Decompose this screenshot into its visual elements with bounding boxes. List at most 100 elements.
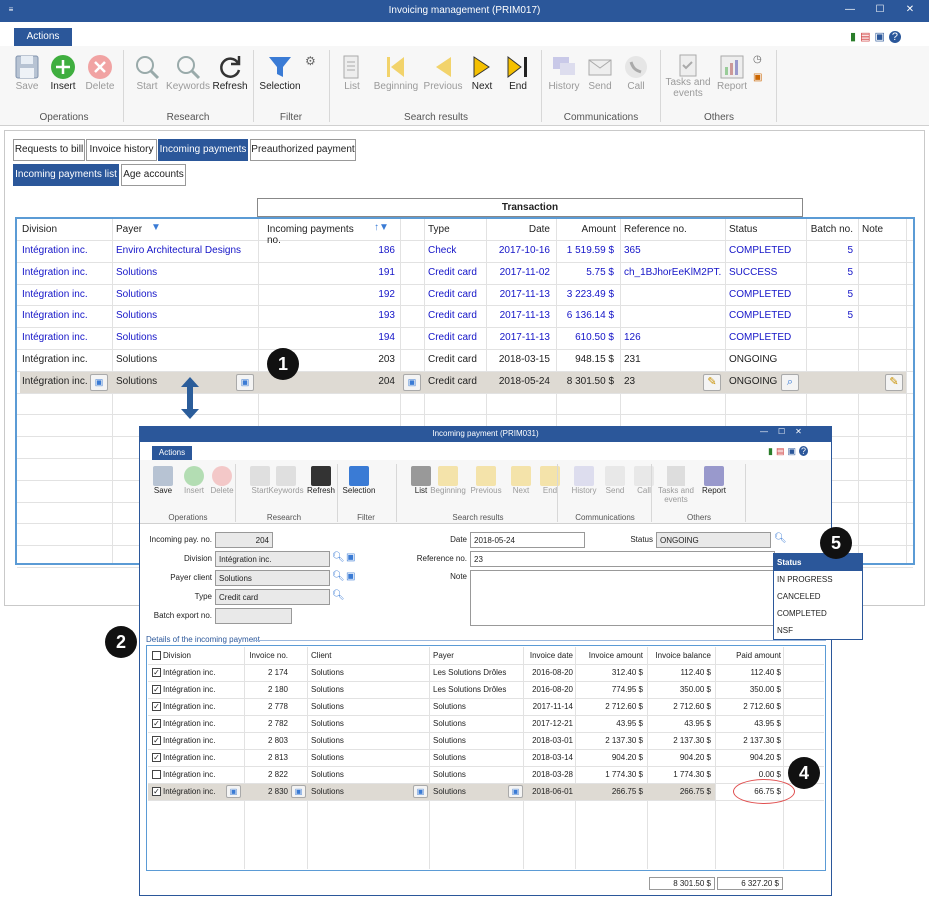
dialog-refresh-button[interactable]: Refresh [303,466,339,495]
column-header[interactable]: Note [862,224,902,235]
status-option[interactable]: COMPLETED [774,605,862,622]
division-open-icon[interactable]: ▣ [346,552,355,563]
lock-icon[interactable]: ▣ [874,31,888,43]
date-field[interactable]: 2018-05-24 [470,532,585,548]
calculator-icon[interactable]: ▮ [850,31,860,43]
type-field[interactable]: Credit card [215,589,330,605]
note-field[interactable] [470,570,775,626]
row-checkbox[interactable]: ✓ [152,719,161,728]
row-checkbox[interactable]: ✓ [152,668,161,677]
beginning-button[interactable]: Beginning [372,53,420,92]
send-button[interactable]: Send [584,53,616,92]
column-header[interactable]: Payer [116,224,256,235]
report-button[interactable]: Report [714,53,750,92]
detail-cell-paid[interactable]: 904.20 $ [717,753,781,762]
save-button[interactable]: Save [10,53,44,92]
cell-division[interactable]: Intégration inc. [22,289,112,300]
client-open-icon[interactable]: ▣ [291,785,306,798]
reference-field[interactable]: 23 [470,551,775,567]
help-icon[interactable]: ? [798,446,808,456]
subtab-age-accounts[interactable]: Age accounts [121,164,186,186]
payer-search-icon[interactable]: 🔍︎ [332,571,345,582]
select-all-checkbox[interactable] [152,651,161,660]
keywords-button[interactable]: Keywords [166,53,210,92]
clock-icon[interactable]: ◷ [753,54,762,65]
status-option[interactable]: IN PROGRESS [774,571,862,588]
tasks-events-button[interactable]: Tasks and events [664,53,712,99]
cell-status[interactable]: COMPLETED [729,245,803,256]
previous-button[interactable]: Previous [422,53,464,92]
detail-column-header[interactable]: Client [311,651,421,660]
detail-cell-paid[interactable]: 0.00 $ [717,770,781,779]
cell-status[interactable]: SUCCESS [729,267,803,278]
dialog-previous-button[interactable]: Previous [468,466,504,495]
dialog-report-button[interactable]: Report [696,466,732,495]
cell-status[interactable]: COMPLETED [729,310,803,321]
dialog-keywords-button[interactable]: Keywords [268,466,304,495]
edit-note-icon[interactable]: ✎ [885,373,903,391]
insert-button[interactable]: Insert [46,53,80,92]
subtab-incoming-payments-list[interactable]: Incoming payments list [13,164,119,186]
cell-status[interactable]: COMPLETED [729,289,803,300]
payer-open-icon[interactable]: ▣ [346,571,355,582]
window-menu-icon[interactable]: ≡ [6,0,16,22]
column-header[interactable]: Date [494,224,550,235]
division-open-icon[interactable]: ▣ [226,785,241,798]
cell-status[interactable]: COMPLETED [729,332,803,343]
maximize-button[interactable]: ☐ [868,0,892,20]
help-icon[interactable]: ? [888,31,901,43]
start-button[interactable]: Start [130,53,164,92]
payer-filter-icon[interactable]: ▼ [151,222,161,233]
row-checkbox[interactable]: ✓ [152,685,161,694]
detail-column-header[interactable]: Invoice balance [647,651,711,660]
cell-division[interactable]: Intégration inc. [22,267,112,278]
close-button[interactable]: ✕ [898,0,922,20]
refresh-button[interactable]: Refresh [212,53,248,92]
detail-column-header[interactable]: Division [163,651,243,660]
detail-cell-paid[interactable]: 2 137.30 $ [717,736,781,745]
status-search-icon[interactable]: 🔍︎ [774,533,787,544]
dialog-maximize-button[interactable]: ☐ [778,427,795,436]
detail-column-header[interactable]: Invoice amount [577,651,643,660]
row-checkbox[interactable]: ✓ [152,736,161,745]
sort-filter-icon[interactable]: ↑▼ [374,222,389,233]
row-checkbox[interactable]: ✓ [152,753,161,762]
detail-cell-paid[interactable]: 43.95 $ [717,719,781,728]
detail-cell-paid[interactable]: 2 712.60 $ [717,702,781,711]
payer-open-icon-2[interactable]: ▣ [508,785,523,798]
end-button[interactable]: End [502,53,534,92]
cell-payer[interactable]: Solutions [116,289,256,300]
tab-incoming-payments[interactable]: Incoming payments [158,139,248,161]
status-option[interactable]: NSF [774,622,862,639]
calendar-icon[interactable]: ▤ [776,446,788,456]
history-button[interactable]: History [546,53,582,92]
tab-preauthorized-payment[interactable]: Preauthorized payment [250,139,356,161]
division-open-icon[interactable]: ▣ [90,373,108,391]
number-open-icon[interactable]: ▣ [403,373,421,391]
detail-column-header[interactable]: Paid amount [717,651,781,660]
column-header[interactable]: Batch no. [805,224,853,235]
tab-requests-to-bill[interactable]: Requests to bill [13,139,85,161]
dialog-beginning-button[interactable]: Beginning [430,466,466,495]
detail-cell-paid[interactable]: 112.40 $ [717,668,781,677]
status-option[interactable]: CANCELED [774,588,862,605]
row-checkbox[interactable]: ✓ [152,702,161,711]
dialog-end-button[interactable]: End [532,466,568,495]
list-button[interactable]: List [337,53,367,92]
payer-open-icon[interactable]: ▣ [413,785,428,798]
column-header[interactable]: Type [428,224,490,235]
lock-icon[interactable]: ▣ [787,446,799,456]
dialog-close-button[interactable]: ✕ [795,427,812,436]
row-checkbox[interactable] [152,770,161,779]
minimize-button[interactable]: — [838,0,862,20]
dialog-ribbon-tab-actions[interactable]: Actions [152,446,192,460]
tab-invoice-history[interactable]: Invoice history [86,139,157,161]
detail-column-header[interactable]: Payer [433,651,523,660]
selection-button[interactable]: Selection [258,53,302,92]
column-header[interactable]: Amount [564,224,616,235]
filter-settings-icon[interactable]: ⚙ [305,54,316,68]
dialog-tasks-events-button[interactable]: Tasks and events [655,466,697,504]
detail-column-header[interactable]: Invoice date [527,651,573,660]
column-header[interactable]: Division [22,224,112,235]
payer-open-icon[interactable]: ▣ [236,373,254,391]
